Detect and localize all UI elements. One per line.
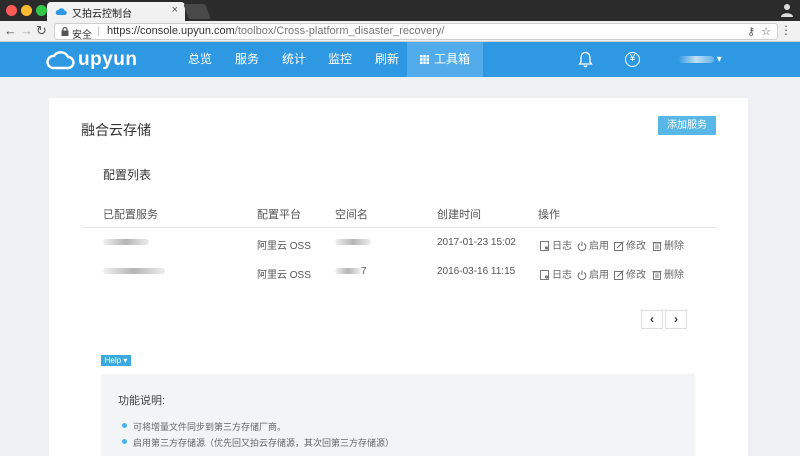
tab-close-icon[interactable]: ×	[172, 4, 178, 16]
space-name-redacted	[335, 237, 371, 248]
delete-action[interactable]: 删除	[652, 266, 684, 281]
column-header-service: 已配置服务	[103, 209, 158, 221]
add-service-button[interactable]: 添加服务	[658, 116, 716, 135]
created-time-cell: 2017-01-23 15:02	[437, 237, 516, 248]
edit-action[interactable]: 修改	[614, 266, 646, 281]
browser-tab[interactable]: 又拍云控制台 ×	[47, 2, 185, 21]
help-toggle[interactable]: Help ▾	[101, 355, 131, 366]
bullet-icon	[122, 439, 127, 444]
nav-monitoring[interactable]: 监控	[328, 42, 352, 77]
close-window-button[interactable]	[6, 5, 17, 16]
tab-title: 又拍云控制台	[72, 9, 132, 20]
edit-icon	[614, 270, 624, 280]
pagination-next-button[interactable]: ›	[665, 310, 687, 329]
service-name-redacted	[103, 266, 165, 277]
maximize-window-button[interactable]	[36, 5, 47, 16]
log-action[interactable]: 日志	[540, 266, 572, 281]
bullet-icon	[122, 423, 127, 428]
main-card: 融合云存储 添加服务 配置列表 已配置服务 配置平台 空间名 创建时间 操作 阿…	[49, 98, 748, 456]
help-list-item: 启用第三方存储源（优先回又拍云存储源，其次回第三方存储源）	[122, 436, 394, 449]
cloud-logo-icon	[46, 51, 75, 70]
power-icon	[577, 270, 587, 280]
back-arrow-icon[interactable]: ←	[4, 23, 17, 39]
trash-icon	[652, 271, 662, 280]
browser-titlebar: 又拍云控制台 ×	[0, 0, 800, 21]
billing-yen-icon[interactable]: ¥	[625, 52, 640, 67]
column-header-platform: 配置平台	[257, 209, 301, 221]
nav-refresh[interactable]: 刷新	[375, 42, 399, 77]
forward-arrow-icon[interactable]: →	[20, 23, 33, 39]
platform-cell: 阿里云 OSS	[257, 241, 311, 252]
browser-toolbar: ← → ↻ 安全 | https://console.upyun.com/too…	[0, 21, 800, 42]
nav-overview[interactable]: 总览	[188, 42, 212, 77]
column-header-created: 创建时间	[437, 209, 481, 221]
page-title: 融合云存储	[81, 122, 151, 138]
lock-icon	[61, 27, 69, 36]
log-icon	[540, 241, 549, 251]
secure-label: 安全	[72, 30, 92, 41]
url-separator: |	[97, 26, 100, 37]
cloud-favicon-icon	[55, 8, 67, 15]
created-time-cell: 2016-03-16 11:15	[437, 266, 516, 277]
omnibox-icons: ⚷ ☆	[741, 25, 771, 38]
space-name-redacted: 7	[335, 266, 367, 277]
bookmark-star-icon[interactable]: ☆	[761, 26, 771, 38]
url-text[interactable]: https://console.upyun.com/toolbox/Cross-…	[107, 25, 445, 37]
chevron-down-icon: ▾	[716, 54, 722, 65]
nav-statistics[interactable]: 统计	[282, 42, 306, 77]
username-redacted	[678, 55, 714, 63]
nav-toolbox[interactable]: 工具箱	[407, 42, 484, 77]
help-title: 功能说明:	[118, 395, 166, 407]
pagination-prev-button[interactable]: ‹	[641, 310, 663, 329]
nav-services[interactable]: 服务	[235, 42, 259, 77]
profile-icon[interactable]	[781, 3, 793, 17]
column-header-actions: 操作	[538, 209, 560, 221]
platform-cell: 阿里云 OSS	[257, 270, 311, 281]
edit-icon	[614, 241, 624, 251]
column-header-space: 空间名	[335, 209, 368, 221]
address-bar[interactable]: 安全 | https://console.upyun.com/toolbox/C…	[54, 23, 778, 41]
power-icon	[577, 241, 587, 251]
nav-toolbox-label: 工具箱	[434, 52, 471, 66]
reload-icon[interactable]: ↻	[36, 23, 47, 39]
browser-menu-icon[interactable]: ⋮	[780, 23, 792, 37]
header-divider	[82, 227, 717, 228]
enable-action[interactable]: 启用	[577, 266, 609, 281]
help-list-item: 可将增量文件同步到第三方存储厂商。	[122, 420, 286, 433]
enable-action[interactable]: 启用	[577, 237, 609, 252]
app-header: upyun 总览 服务 统计 监控 刷新 工具箱 ¥ ▾	[0, 42, 800, 77]
help-panel: 功能说明: 可将增量文件同步到第三方存储厂商。 启用第三方存储源（优先回又拍云存…	[101, 374, 695, 456]
service-name-redacted	[103, 237, 149, 248]
log-action[interactable]: 日志	[540, 237, 572, 252]
new-tab-button[interactable]	[183, 4, 211, 19]
edit-action[interactable]: 修改	[614, 237, 646, 252]
user-account-menu[interactable]: ▾	[678, 54, 722, 65]
logo-text: upyun	[78, 49, 138, 70]
key-icon[interactable]: ⚷	[747, 26, 755, 38]
grid-icon	[420, 55, 429, 64]
log-icon	[540, 270, 549, 280]
minimize-window-button[interactable]	[21, 5, 32, 16]
trash-icon	[652, 242, 662, 251]
bell-icon[interactable]	[578, 51, 593, 68]
delete-action[interactable]: 删除	[652, 237, 684, 252]
section-title: 配置列表	[103, 168, 152, 182]
